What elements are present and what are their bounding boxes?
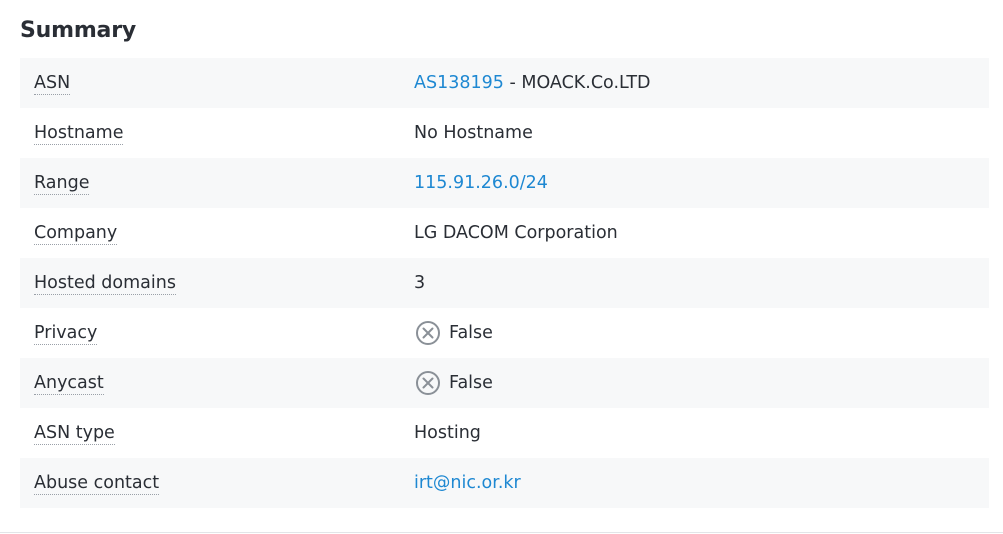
row-company: Company LG DACOM Corporation	[20, 208, 989, 258]
divider	[0, 532, 1003, 533]
summary-section: Summary ASN AS138195 - MOACK.Co.LTD Host…	[20, 0, 989, 508]
x-circle-icon	[415, 320, 441, 346]
label-asn-type[interactable]: ASN type	[34, 422, 115, 445]
asn-link[interactable]: AS138195	[414, 72, 504, 94]
row-asn: ASN AS138195 - MOACK.Co.LTD	[20, 58, 989, 108]
label-range[interactable]: Range	[34, 172, 90, 195]
value-anycast: False	[449, 373, 493, 393]
label-privacy[interactable]: Privacy	[34, 322, 98, 345]
summary-table: ASN AS138195 - MOACK.Co.LTD Hostname No …	[20, 58, 989, 508]
range-link[interactable]: 115.91.26.0/24	[414, 172, 548, 194]
row-abuse-contact: Abuse contact irt@nic.or.kr	[20, 458, 989, 508]
row-hostname: Hostname No Hostname	[20, 108, 989, 158]
abuse-contact-link[interactable]: irt@nic.or.kr	[414, 472, 521, 494]
label-hosted-domains[interactable]: Hosted domains	[34, 272, 176, 295]
row-hosted-domains: Hosted domains 3	[20, 258, 989, 308]
section-title: Summary	[20, 18, 136, 43]
value-asn-type: Hosting	[414, 423, 481, 443]
label-asn[interactable]: ASN	[34, 72, 71, 95]
row-anycast: Anycast False	[20, 358, 989, 408]
value-hostname: No Hostname	[414, 123, 533, 143]
x-circle-icon	[415, 370, 441, 396]
value-asn: AS138195 - MOACK.Co.LTD	[414, 72, 989, 94]
row-range: Range 115.91.26.0/24	[20, 158, 989, 208]
asn-name: MOACK.Co.LTD	[521, 73, 651, 93]
value-privacy: False	[449, 323, 493, 343]
label-abuse-contact[interactable]: Abuse contact	[34, 472, 160, 495]
label-hostname[interactable]: Hostname	[34, 122, 124, 145]
value-hosted-domains: 3	[414, 273, 426, 293]
asn-separator: -	[503, 73, 522, 93]
row-privacy: Privacy False	[20, 308, 989, 358]
label-company[interactable]: Company	[34, 222, 118, 245]
value-company: LG DACOM Corporation	[414, 223, 618, 243]
row-asn-type: ASN type Hosting	[20, 408, 989, 458]
label-anycast[interactable]: Anycast	[34, 372, 104, 395]
